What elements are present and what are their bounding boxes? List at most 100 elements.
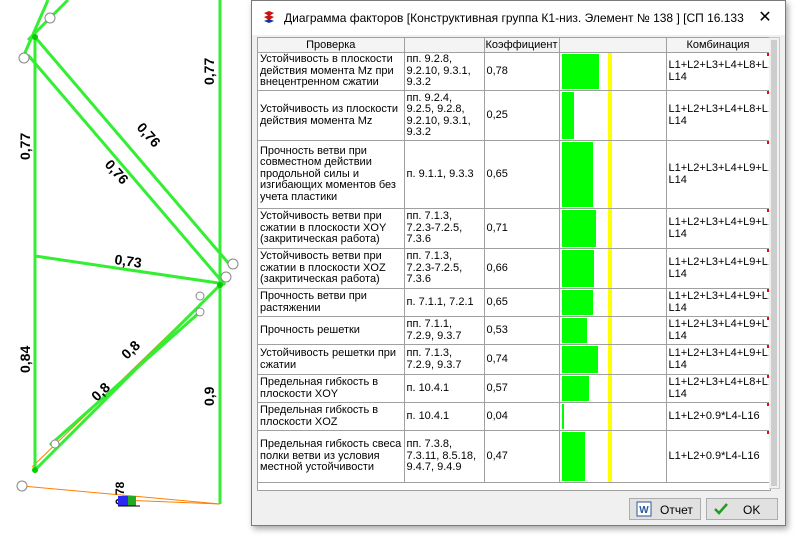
table-row[interactable]: Предельная гибкость в плоскости XOY п. 10… bbox=[258, 374, 770, 403]
factor-bar-cell bbox=[559, 344, 667, 375]
column-header-clause[interactable] bbox=[404, 38, 485, 53]
clause-cell: пп. 7.1.3, 7.2.3-7.2.5, 7.3.6 bbox=[404, 208, 485, 249]
check-name-cell: Устойчивость ветви при сжатии в плоскост… bbox=[258, 208, 405, 249]
check-name-cell: Прочность ветви при совместном действии … bbox=[258, 140, 405, 209]
clause-cell: пп. 7.3.8, 7.3.11, 8.5.18, 9.4.7, 9.4.9 bbox=[404, 430, 485, 483]
word-icon: W bbox=[636, 501, 652, 517]
table-row[interactable]: Устойчивость в плоскости действия момент… bbox=[258, 52, 770, 91]
table-row[interactable]: Устойчивость ветви при сжатии в плоскост… bbox=[258, 208, 770, 249]
factors-table[interactable]: Проверка Коэффициент Комбинация Устойчив… bbox=[257, 37, 771, 491]
factor-bar bbox=[561, 54, 599, 89]
combination-text: L1+L2+L3+L4+L9+L12-L14 bbox=[668, 347, 770, 371]
limit-line bbox=[607, 345, 612, 374]
svg-text:W: W bbox=[639, 505, 649, 516]
vertical-scrollbar[interactable] bbox=[769, 37, 780, 489]
combination-cell: L1+L2+L3+L4+L9+L12-L14 bbox=[666, 344, 770, 375]
check-name-cell: Устойчивость решетки при сжатии bbox=[258, 344, 405, 375]
limit-line bbox=[607, 317, 612, 344]
clause-cell: п. 10.4.1 bbox=[404, 374, 485, 403]
factor-bar bbox=[561, 432, 585, 481]
combination-text: L1+L2+L3+L4+L8+L12-L14 bbox=[668, 59, 770, 83]
combination-cell: L1+L2+L3+L4+L9+L12-L14 bbox=[666, 316, 770, 345]
coefficient-cell: 0,78 bbox=[484, 52, 560, 91]
check-name-cell: Прочность ветви при растяжении bbox=[258, 288, 405, 317]
scrollbar-thumb[interactable] bbox=[771, 40, 777, 486]
member-label: 0,76 bbox=[134, 119, 164, 150]
check-name-cell: Устойчивость в плоскости действия момент… bbox=[258, 52, 405, 91]
factor-bar-cell bbox=[559, 316, 667, 345]
factor-bar bbox=[561, 142, 593, 207]
column-header-coef[interactable]: Коэффициент bbox=[484, 38, 560, 53]
combination-text: L1+L2+L3+L4+L9+L12-L14 bbox=[668, 216, 770, 240]
clause-cell: п. 10.4.1 bbox=[404, 402, 485, 431]
column-header-bar[interactable] bbox=[559, 38, 667, 53]
coefficient-cell: 0,65 bbox=[484, 140, 560, 209]
clause-cell: пп. 9.2.8, 9.2.10, 9.3.1, 9.3.2 bbox=[404, 52, 485, 91]
column-header-check[interactable]: Проверка bbox=[258, 38, 405, 53]
combination-text: L1+L2+L3+L4+L9+L12-L14 bbox=[668, 318, 770, 342]
limit-line bbox=[607, 53, 612, 90]
member-label: 0,76 bbox=[102, 156, 132, 187]
coefficient-cell: 0,65 bbox=[484, 288, 560, 317]
check-name-cell: Предельная гибкость в плоскости XOZ bbox=[258, 402, 405, 431]
limit-line bbox=[607, 403, 612, 430]
check-name-cell: Предельная гибкость в плоскости XOY bbox=[258, 374, 405, 403]
combination-cell: L1+L2+L3+L4+L8+L12-L14 bbox=[666, 52, 770, 91]
clause-cell: пп. 7.1.3, 7.2.3-7.2.5, 7.3.6 bbox=[404, 248, 485, 289]
factor-bar-cell bbox=[559, 374, 667, 403]
table-row[interactable]: Устойчивость ветви при сжатии в плоскост… bbox=[258, 248, 770, 289]
table-row[interactable]: Предельная гибкость свеса полки ветви из… bbox=[258, 430, 770, 483]
combination-text: L1+L2+L3+L4+L8+L12-L14 bbox=[668, 103, 770, 127]
close-button[interactable]: ✕ bbox=[745, 1, 785, 35]
clause-cell: п. 7.1.1, 7.2.1 bbox=[404, 288, 485, 317]
limit-line bbox=[607, 375, 612, 402]
combination-cell: L1+L2+0.9*L4-L16 bbox=[666, 430, 770, 483]
check-name-cell: Устойчивость из плоскости действия момен… bbox=[258, 90, 405, 141]
clause-cell: пп. 7.1.3, 7.2.9, 9.3.7 bbox=[404, 344, 485, 375]
combination-text: L1+L2+L3+L4+L9+L12-L14 bbox=[668, 162, 770, 186]
check-name-cell: Устойчивость ветви при сжатии в плоскост… bbox=[258, 248, 405, 289]
factor-bar-cell bbox=[559, 288, 667, 317]
table-row[interactable]: Прочность ветви при растяжении п. 7.1.1, … bbox=[258, 288, 770, 317]
coefficient-cell: 0,47 bbox=[484, 430, 560, 483]
checkmark-icon bbox=[714, 503, 728, 515]
table-row[interactable]: Устойчивость решетки при сжатии пп. 7.1.3… bbox=[258, 344, 770, 375]
dialog-title: Диаграмма факторов [Конструктивная групп… bbox=[284, 11, 744, 25]
factor-bar-cell bbox=[559, 140, 667, 209]
ok-button[interactable]: OK bbox=[706, 498, 778, 520]
table-header: Проверка Коэффициент Комбинация bbox=[258, 38, 770, 53]
factor-bar-cell bbox=[559, 430, 667, 483]
combination-cell: L1+L2+L3+L4+L9+L12-L14 bbox=[666, 140, 770, 209]
coefficient-cell: 0,66 bbox=[484, 248, 560, 289]
member-label: 0,8 bbox=[118, 337, 143, 362]
factor-bar bbox=[561, 376, 589, 401]
combination-cell: L1+L2+L3+L4+L9+L12-L14 bbox=[666, 288, 770, 317]
factor-bar-cell bbox=[559, 402, 667, 431]
table-row[interactable]: Прочность решетки пп. 7.1.1, 7.2.9, 9.3.7… bbox=[258, 316, 770, 345]
app-icon bbox=[262, 10, 276, 24]
factor-bar bbox=[561, 318, 587, 343]
table-row[interactable]: Прочность ветви при совместном действии … bbox=[258, 140, 770, 209]
report-button[interactable]: W Отчет bbox=[629, 498, 701, 520]
coefficient-cell: 0,04 bbox=[484, 402, 560, 431]
coefficient-cell: 0,71 bbox=[484, 208, 560, 249]
factor-diagram-dialog: Диаграмма факторов [Конструктивная групп… bbox=[251, 0, 786, 526]
member-label: 0,8 bbox=[88, 379, 113, 404]
combination-cell: L1+L2+0.9*L4-L16 bbox=[666, 402, 770, 431]
combination-text: L1+L2+0.9*L4-L16 bbox=[668, 409, 760, 422]
limit-line bbox=[607, 91, 612, 140]
table-row[interactable]: Устойчивость из плоскости действия момен… bbox=[258, 90, 770, 141]
clause-cell: пп. 7.1.1, 7.2.9, 9.3.7 bbox=[404, 316, 485, 345]
combination-text: L1+L2+L3+L4+L8+L12-L14 bbox=[668, 376, 770, 400]
ok-button-label: OK bbox=[743, 503, 761, 517]
factor-bar bbox=[561, 210, 596, 247]
column-header-combo[interactable]: Комбинация bbox=[666, 38, 770, 53]
factor-bar bbox=[561, 92, 574, 139]
coefficient-cell: 0,53 bbox=[484, 316, 560, 345]
table-row[interactable]: Предельная гибкость в плоскости XOZ п. 10… bbox=[258, 402, 770, 431]
title-bar[interactable]: Диаграмма факторов [Конструктивная групп… bbox=[252, 1, 785, 35]
clause-cell: п. 9.1.1, 9.3.3 bbox=[404, 140, 485, 209]
combination-cell: L1+L2+L3+L4+L8+L12-L14 bbox=[666, 90, 770, 141]
combination-text: L1+L2+0.9*L4-L16 bbox=[668, 449, 760, 462]
factor-bar-cell bbox=[559, 90, 667, 141]
